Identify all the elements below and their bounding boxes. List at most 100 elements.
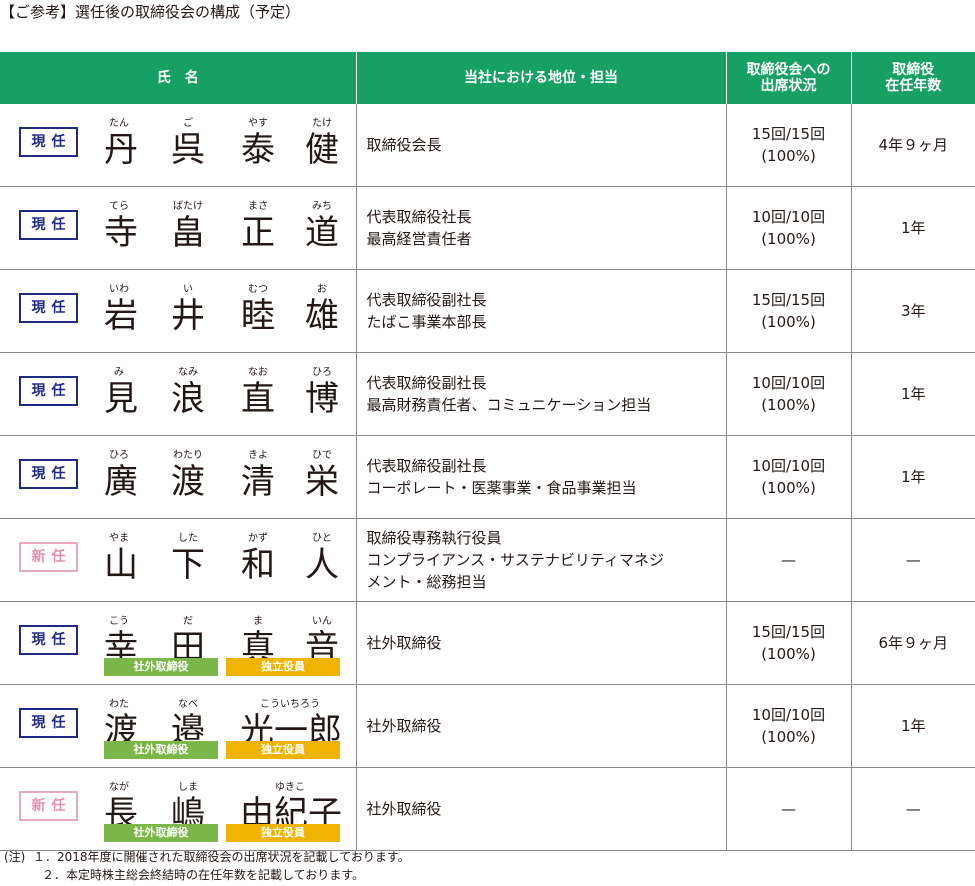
name-cell: 新任 なが長しま嶋ゆきこ 由紀子 社外取締役 独立役員 bbox=[0, 767, 357, 851]
table-row: 現任 こう幸だ田ま真いん音社外取締役 独立役員 社外取締役 15回/15回 (100%) 6… bbox=[0, 601, 975, 685]
position-line: 取締役会長 bbox=[366, 136, 442, 154]
name-reading: なべ bbox=[178, 699, 198, 710]
name-reading: やす bbox=[248, 118, 268, 129]
footnotes: (注) １．2018年度に開催された取締役会の出席状況を記載しております。 ２．… bbox=[4, 848, 410, 884]
position-cell: 社外取締役 bbox=[356, 601, 727, 685]
status-badge: 現任 bbox=[19, 293, 78, 323]
name-reading: ひろ bbox=[109, 450, 129, 461]
name-character: 正 bbox=[241, 213, 275, 253]
position-cell: 取締役会長 bbox=[356, 104, 727, 187]
name-character: 呉 bbox=[171, 130, 205, 170]
position-line: コンプライアンス・サステナビリティマネジ bbox=[366, 551, 664, 569]
attendance-cell: 10回/10回 (100%) bbox=[726, 435, 852, 519]
name-reading: み bbox=[114, 367, 124, 378]
name-reading: こういちろう bbox=[260, 699, 320, 710]
status-badge: 新任 bbox=[19, 542, 78, 572]
position-cell: 代表取締役副社長 たばこ事業本部長 bbox=[356, 269, 727, 353]
attendance-cell: 10回/10回 (100%) bbox=[726, 352, 852, 436]
header-attendance: 取締役会への 出席状況 bbox=[726, 52, 852, 104]
name-reading: まさ bbox=[248, 201, 268, 212]
name-character: 寺 bbox=[104, 213, 138, 253]
table-row: 現任 ひろ廣わたり渡きよ清ひで栄代表取締役副社長 コーポレート・医薬事業・食品事業担… bbox=[0, 435, 975, 519]
tenure-cell: 4年９ヶ月 bbox=[851, 104, 975, 187]
position-line: 代表取締役副社長 bbox=[366, 291, 487, 309]
position-line: 社外取締役 bbox=[366, 800, 442, 818]
name-character: 健 bbox=[305, 130, 339, 170]
name-cell: 現任 わた渡なべ邉こういちろう 光一郎 社外取締役 独立役員 bbox=[0, 684, 357, 768]
attendance-cell: 15回/15回 (100%) bbox=[726, 601, 852, 685]
name-character: 栄 bbox=[305, 462, 339, 502]
name-reading: しま bbox=[178, 782, 198, 793]
name-reading: なみ bbox=[178, 367, 198, 378]
position-cell: 代表取締役副社長 最高財務責任者、コミュニケーション担当 bbox=[356, 352, 727, 436]
footnote-text-1: １．2018年度に開催された取締役会の出席状況を記載しております。 bbox=[33, 850, 410, 864]
outside-director-tag: 社外取締役 bbox=[104, 824, 218, 842]
table-row: 現任 てら寺ばたけ畠まさ正みち道代表取締役社長 最高経営責任者 10回/10回 (100… bbox=[0, 186, 975, 270]
status-badge: 現任 bbox=[19, 127, 78, 157]
attendance-rate: (100%) bbox=[761, 645, 816, 663]
tenure-cell: 1年 bbox=[851, 186, 975, 270]
attendance-rate: (100%) bbox=[761, 728, 816, 746]
name-reading: ひと bbox=[312, 533, 332, 544]
name-reading: こう bbox=[109, 616, 129, 627]
name-character: 渡 bbox=[171, 462, 205, 502]
attendance-count: 15回/15回 bbox=[751, 623, 826, 641]
table-row: 新任 なが長しま嶋ゆきこ 由紀子 社外取締役 独立役員 社外取締役 — — bbox=[0, 767, 975, 851]
attendance-count: 15回/15回 bbox=[751, 125, 826, 143]
name-character: 丹 bbox=[104, 130, 138, 170]
board-composition-table: 氏 名 当社における地位・担当 取締役会への 出席状況 取締役 在任年数 現任た… bbox=[0, 52, 975, 851]
header-tenure-line1: 取締役 bbox=[892, 62, 935, 78]
name-reading: ばたけ bbox=[173, 201, 203, 212]
status-badge: 現任 bbox=[19, 210, 78, 240]
name-character: 畠 bbox=[171, 213, 205, 253]
header-attendance-line2: 出席状況 bbox=[760, 78, 817, 94]
attendance-rate: (100%) bbox=[761, 313, 816, 331]
name-character: 下 bbox=[171, 545, 205, 585]
name-cell: 現任 み見 なみ浪 なお直 ひろ博 bbox=[0, 352, 357, 436]
name-reading: お bbox=[317, 284, 327, 295]
attendance-cell: — bbox=[726, 518, 852, 602]
name-reading: だ bbox=[183, 616, 193, 627]
name-character: 清 bbox=[241, 462, 275, 502]
status-badge: 現任 bbox=[19, 376, 78, 406]
name-reading: ご bbox=[183, 118, 193, 129]
attendance-count: 10回/10回 bbox=[751, 208, 826, 226]
name-character: 泰 bbox=[241, 130, 275, 170]
position-line: 社外取締役 bbox=[366, 717, 442, 735]
table-header-row: 氏 名 当社における地位・担当 取締役会への 出席状況 取締役 在任年数 bbox=[0, 52, 975, 104]
status-badge: 新任 bbox=[19, 791, 78, 821]
name-character: 雄 bbox=[305, 296, 339, 336]
position-cell: 取締役専務執行役員 コンプライアンス・サステナビリティマネジ メント・総務担当 bbox=[356, 518, 727, 602]
attendance-count: 15回/15回 bbox=[751, 291, 826, 309]
name-reading: ひで bbox=[312, 450, 332, 461]
footnote-2: ２．本定時株主総会終結時の在任年数を記載しております。 bbox=[4, 866, 410, 884]
name-cell: 現任 こう幸だ田ま真いん音社外取締役 独立役員 bbox=[0, 601, 357, 685]
name-reading: ま bbox=[253, 616, 263, 627]
name-cell: 新任 やま山 した下 かず和 ひと人 bbox=[0, 518, 357, 602]
independent-officer-tag: 独立役員 bbox=[226, 741, 340, 759]
tenure-cell: 3年 bbox=[851, 269, 975, 353]
table-row: 現任 いわ岩い井むつ睦お雄代表取締役副社長 たばこ事業本部長 15回/15回 (100%… bbox=[0, 269, 975, 353]
name-reading: なお bbox=[248, 367, 268, 378]
status-badge: 現任 bbox=[19, 625, 78, 655]
position-line: 代表取締役副社長 bbox=[366, 457, 487, 475]
name-reading: した bbox=[178, 533, 198, 544]
name-cell: 現任 いわ岩 い井 むつ睦 お雄 bbox=[0, 269, 357, 353]
name-cell: 現任 てら寺 ばたけ畠 まさ正 みち道 bbox=[0, 186, 357, 270]
name-reading: わたり bbox=[173, 450, 203, 461]
attendance-cell: 15回/15回 (100%) bbox=[726, 269, 852, 353]
name-character: 博 bbox=[305, 379, 339, 419]
name-cell: 現任 ひろ廣 わたり渡 きよ清 ひで栄 bbox=[0, 435, 357, 519]
name-reading: ひろ bbox=[312, 367, 332, 378]
table-row: 新任 やま山した下かず和ひと人取締役専務執行役員 コンプライアンス・サステナビリティ… bbox=[0, 518, 975, 602]
header-tenure-line2: 在任年数 bbox=[885, 78, 942, 94]
name-character: 睦 bbox=[241, 296, 275, 336]
position-line: 最高財務責任者、コミュニケーション担当 bbox=[366, 396, 652, 414]
attendance-count: — bbox=[781, 800, 796, 818]
table-row: 現任 わた渡なべ邉こういちろう 光一郎 社外取締役 独立役員 社外取締役 10回/10回 (1… bbox=[0, 684, 975, 768]
outside-director-tag: 社外取締役 bbox=[104, 658, 218, 676]
footnote-text-2: ２．本定時株主総会終結時の在任年数を記載しております。 bbox=[42, 868, 365, 882]
name-character: 浪 bbox=[171, 379, 205, 419]
position-cell: 社外取締役 bbox=[356, 767, 727, 851]
tenure-cell: 1年 bbox=[851, 352, 975, 436]
